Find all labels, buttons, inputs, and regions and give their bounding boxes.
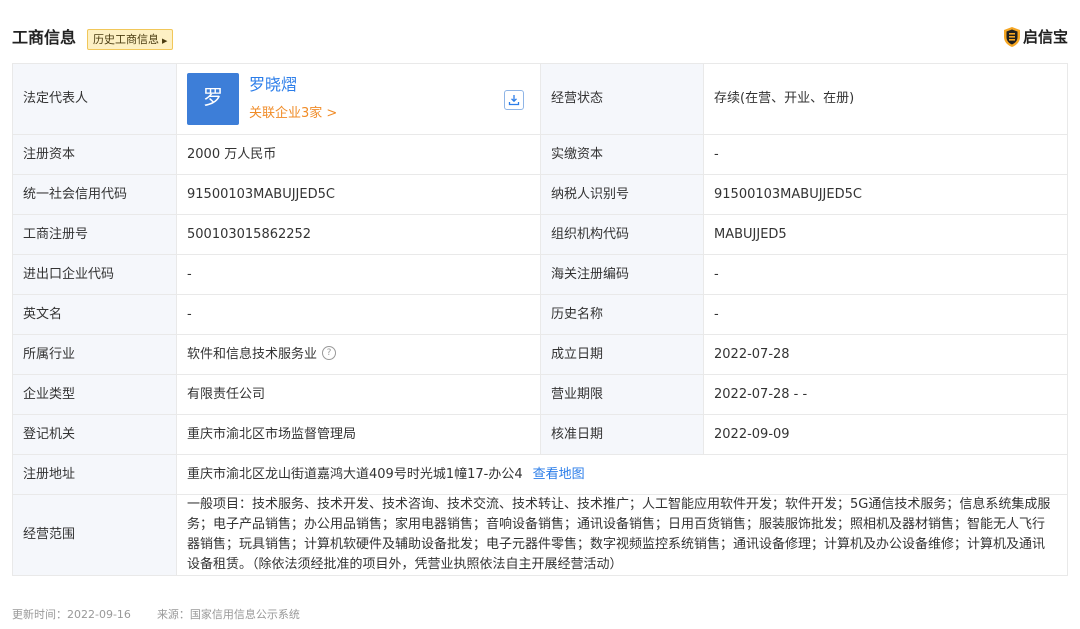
scope-label: 经营范围 — [12, 494, 177, 576]
view-map-link[interactable]: 查看地图 — [533, 467, 585, 482]
cell-label: 工商注册号 — [12, 214, 177, 255]
cell-value: 2022-07-28 — [703, 334, 1068, 375]
address-cell: 重庆市渝北区龙山街道嘉鸿大道409号时光城1幢17-办公4 查看地图 — [176, 454, 1068, 495]
cell-value: 500103015862252 — [176, 214, 541, 255]
table-row: 注册地址 重庆市渝北区龙山街道嘉鸿大道409号时光城1幢17-办公4 查看地图 — [12, 454, 1068, 495]
cell-value: 软件和信息技术服务业 — [187, 346, 318, 362]
caret-right-icon: ▶ — [162, 37, 168, 45]
data-source: 来源：国家信用信息公示系统 — [156, 608, 300, 621]
cell-label: 组织机构代码 — [540, 214, 704, 255]
cell-value: 有限责任公司 — [176, 374, 541, 415]
table-row: 登记机关 重庆市渝北区市场监督管理局 核准日期 2022-09-09 — [12, 414, 1068, 455]
shield-logo-icon — [1003, 26, 1020, 47]
related-companies-link[interactable]: 关联企业3家 > — [249, 104, 337, 124]
table-row: 进出口企业代码 - 海关注册编码 - — [12, 254, 1068, 295]
table-row: 经营范围 一般项目：技术服务、技术开发、技术咨询、技术交流、技术转让、技术推广；… — [12, 494, 1068, 576]
cell-label: 成立日期 — [540, 334, 704, 375]
cell-label: 实缴资本 — [540, 134, 704, 175]
table-row: 法定代表人 罗 罗晓熠 关联企业3家 > 经营状态 存续(在营、开业、在册) — [12, 63, 1068, 135]
cell-label: 历史名称 — [540, 294, 704, 335]
help-icon[interactable]: ? — [322, 346, 337, 360]
legal-rep-name-link[interactable]: 罗晓熠 — [249, 75, 297, 95]
scope-value: 一般项目：技术服务、技术开发、技术咨询、技术交流、技术转让、技术推广；人工智能应… — [176, 494, 1068, 576]
cell-value: 重庆市渝北区市场监督管理局 — [176, 414, 541, 455]
cell-label: 进出口企业代码 — [12, 254, 177, 295]
cell-value: - — [703, 254, 1068, 295]
legal-rep-cell: 罗 罗晓熠 关联企业3家 > — [176, 63, 541, 135]
cell-value: - — [703, 134, 1068, 175]
cell-label: 登记机关 — [12, 414, 177, 455]
cell-label: 英文名 — [12, 294, 177, 335]
cell-label: 企业类型 — [12, 374, 177, 415]
cell-value: MABUJJED5 — [703, 214, 1068, 255]
cell-label: 核准日期 — [540, 414, 704, 455]
footer: 更新时间：2022-09-16 来源：国家信用信息公示系统 — [12, 606, 300, 622]
address-value: 重庆市渝北区龙山街道嘉鸿大道409号时光城1幢17-办公4 — [187, 466, 523, 482]
cell-value: 2022-07-28 - - — [703, 374, 1068, 415]
table-row: 企业类型 有限责任公司 营业期限 2022-07-28 - - — [12, 374, 1068, 415]
table-row: 工商注册号 500103015862252 组织机构代码 MABUJJED5 — [12, 214, 1068, 255]
table-row: 统一社会信用代码 91500103MABUJJED5C 纳税人识别号 91500… — [12, 174, 1068, 215]
table-row: 英文名 - 历史名称 - — [12, 294, 1068, 335]
download-button[interactable] — [504, 90, 524, 110]
cell-label: 统一社会信用代码 — [12, 174, 177, 215]
cell-value: 2022-09-09 — [703, 414, 1068, 455]
cell-label: 营业期限 — [540, 374, 704, 415]
table-row: 注册资本 2000 万人民币 实缴资本 - — [12, 134, 1068, 175]
history-business-info-tag[interactable]: 历史工商信息 ▶ — [87, 29, 174, 50]
brand-logo: 启信宝 — [1003, 26, 1068, 47]
download-icon — [508, 95, 520, 106]
cell-value: 91500103MABUJJED5C — [703, 174, 1068, 215]
header: 工商信息 历史工商信息 ▶ 启信宝 — [0, 0, 1080, 60]
cell-value: - — [176, 254, 541, 295]
cell-value: - — [176, 294, 541, 335]
cell-label: 海关注册编码 — [540, 254, 704, 295]
business-info-table: 法定代表人 罗 罗晓熠 关联企业3家 > 经营状态 存续(在营、开业、在册) 注… — [12, 63, 1068, 576]
update-time: 更新时间：2022-09-16 — [12, 608, 131, 621]
address-label: 注册地址 — [12, 454, 177, 495]
cell-label: 所属行业 — [12, 334, 177, 375]
status-label: 经营状态 — [540, 63, 704, 135]
avatar: 罗 — [187, 73, 239, 125]
history-tag-label: 历史工商信息 — [93, 33, 159, 46]
cell-value: 91500103MABUJJED5C — [176, 174, 541, 215]
cell-value: - — [703, 294, 1068, 335]
cell-label: 注册资本 — [12, 134, 177, 175]
industry-cell: 软件和信息技术服务业? — [176, 334, 541, 375]
legal-rep-label: 法定代表人 — [12, 63, 177, 135]
brand-name: 启信宝 — [1022, 28, 1068, 46]
cell-value: 2000 万人民币 — [176, 134, 541, 175]
section-title: 工商信息 — [12, 28, 77, 47]
table-row: 所属行业 软件和信息技术服务业? 成立日期 2022-07-28 — [12, 334, 1068, 375]
status-value: 存续(在营、开业、在册) — [703, 63, 1068, 135]
cell-label: 纳税人识别号 — [540, 174, 704, 215]
